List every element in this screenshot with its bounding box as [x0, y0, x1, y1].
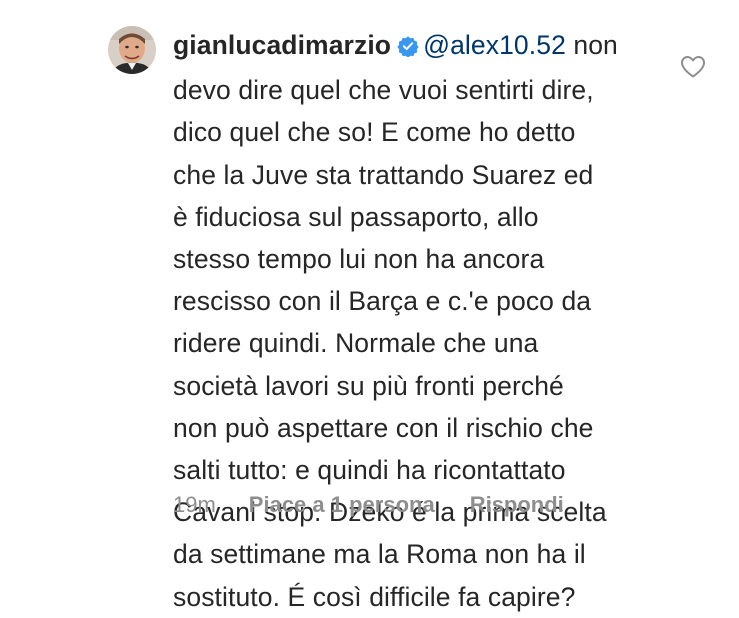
comment-line: salti tutto: e quindi ha ricontattato — [173, 455, 566, 486]
comment-line: società lavori su più fronti perché — [173, 370, 564, 401]
comment-timestamp: 19m — [173, 492, 216, 517]
mention-link[interactable]: @alex10.52 — [423, 30, 566, 60]
comment-text: gianlucadimarzio @alex10.52 non devo dire… — [173, 24, 673, 618]
comment-line: stesso tempo lui non ha ancora — [173, 244, 545, 275]
reply-button[interactable]: Rispondi — [470, 492, 564, 518]
comment-line: è fiduciosa sul passaporto, allo — [173, 201, 539, 232]
comment: gianlucadimarzio @alex10.52 non devo dire… — [0, 0, 739, 612]
comment-text-segment: non — [565, 30, 618, 60]
comment-line: che la Juve sta trattando Suarez ed — [173, 159, 594, 190]
comment-line: rescisso con il Barça e c.'e poco da — [173, 286, 592, 317]
avatar[interactable] — [108, 26, 156, 74]
comment-line: non può aspettare con il rischio che — [173, 412, 594, 443]
comment-line: devo dire quel che vuoi sentirti dire, — [173, 75, 594, 106]
comment-line: dico quel che so! E come ho detto — [173, 117, 576, 148]
comment-line: sostituto. É così difficile fa capire? — [173, 581, 576, 612]
likes-count-link[interactable]: Piace a 1 persona — [249, 492, 435, 518]
username-link[interactable]: gianlucadimarzio — [173, 30, 391, 60]
verified-badge-icon — [397, 27, 419, 69]
heart-outline-icon[interactable] — [680, 55, 706, 79]
comment-meta: 19m Piace a 1 persona Rispondi — [173, 492, 564, 518]
comment-line: ridere quindi. Normale che una — [173, 328, 539, 359]
comment-line: da settimane ma la Roma non ha il — [173, 539, 586, 570]
comment-first-line: gianlucadimarzio @alex10.52 non — [173, 24, 673, 69]
